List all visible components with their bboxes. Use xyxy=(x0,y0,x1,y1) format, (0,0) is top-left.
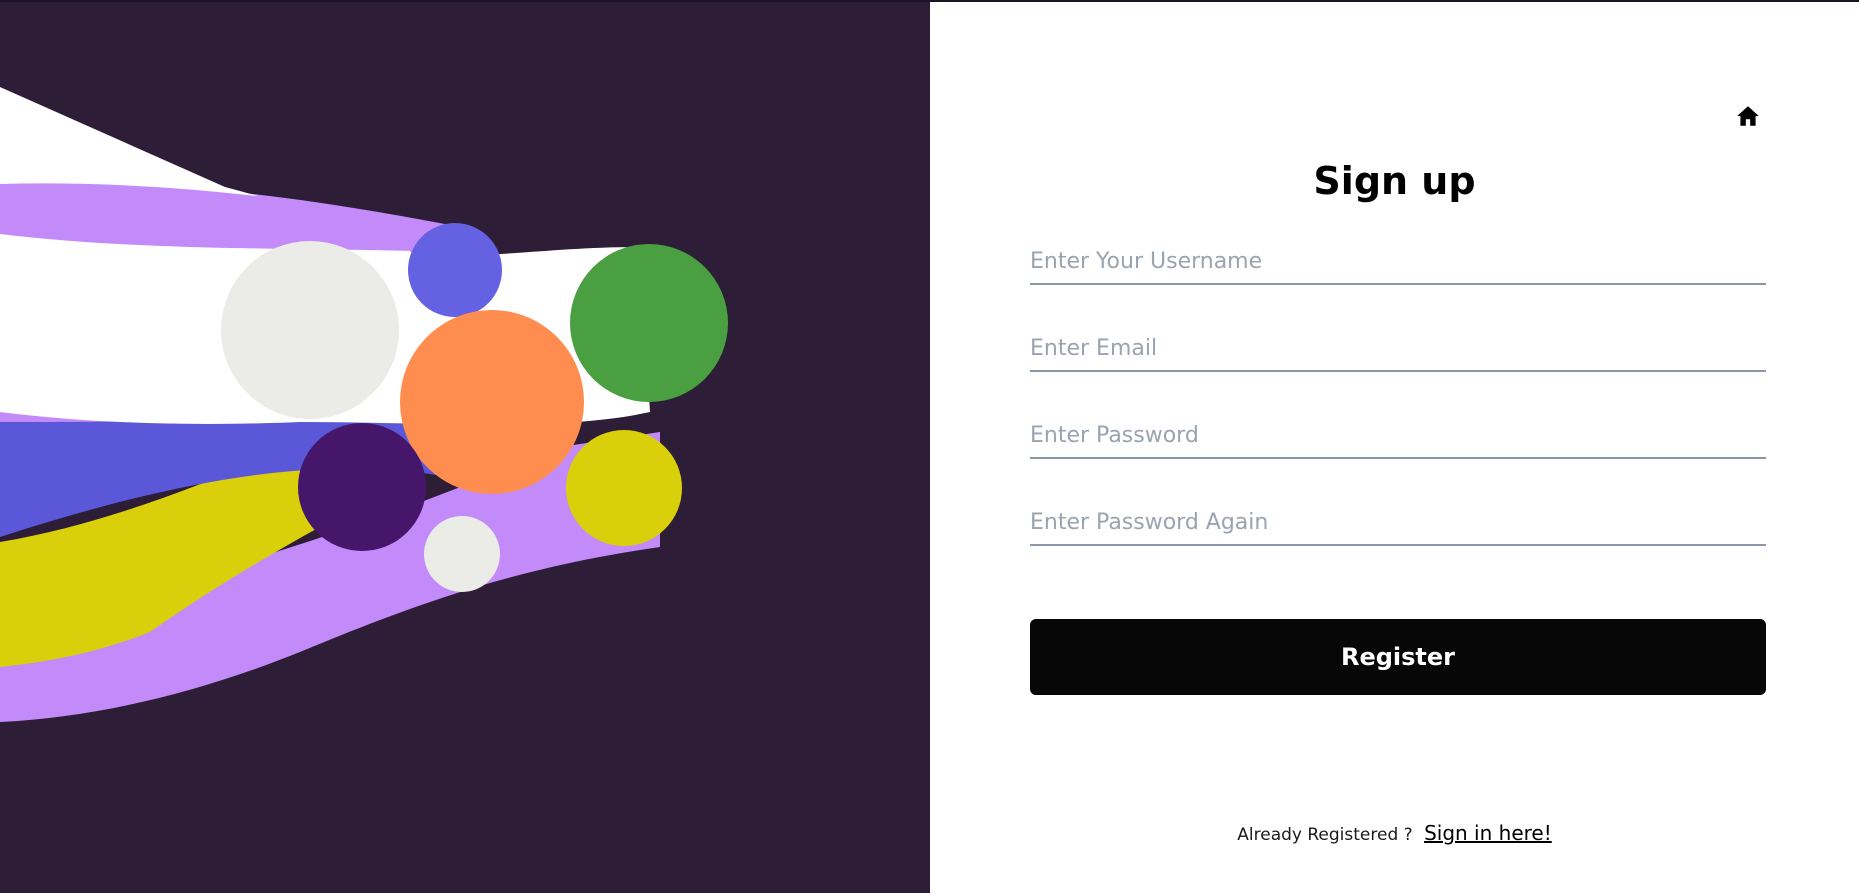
purple-circle xyxy=(298,423,426,551)
register-button[interactable]: Register xyxy=(1030,619,1766,695)
signin-prompt: Already Registered ? Sign in here! xyxy=(930,821,1859,845)
username-input[interactable] xyxy=(1030,245,1766,285)
decorative-illustration xyxy=(0,2,930,893)
password-input[interactable] xyxy=(1030,419,1766,459)
password-again-input[interactable] xyxy=(1030,506,1766,546)
already-registered-text: Already Registered ? xyxy=(1237,825,1413,845)
email-input[interactable] xyxy=(1030,332,1766,372)
blue-circle xyxy=(408,223,502,317)
orange-circle xyxy=(400,310,584,494)
signin-link[interactable]: Sign in here! xyxy=(1424,821,1552,845)
signup-form-panel: Sign up Register Already Registered ? Si… xyxy=(930,2,1859,893)
light-gray-circle xyxy=(221,241,399,419)
signup-page: Sign up Register Already Registered ? Si… xyxy=(0,0,1859,893)
small-white-circle xyxy=(424,516,500,592)
green-circle xyxy=(570,244,728,402)
yellow-circle xyxy=(566,430,682,546)
ribbon-circles-illustration xyxy=(0,87,728,722)
home-icon[interactable] xyxy=(1735,103,1761,129)
page-title: Sign up xyxy=(1313,159,1476,203)
